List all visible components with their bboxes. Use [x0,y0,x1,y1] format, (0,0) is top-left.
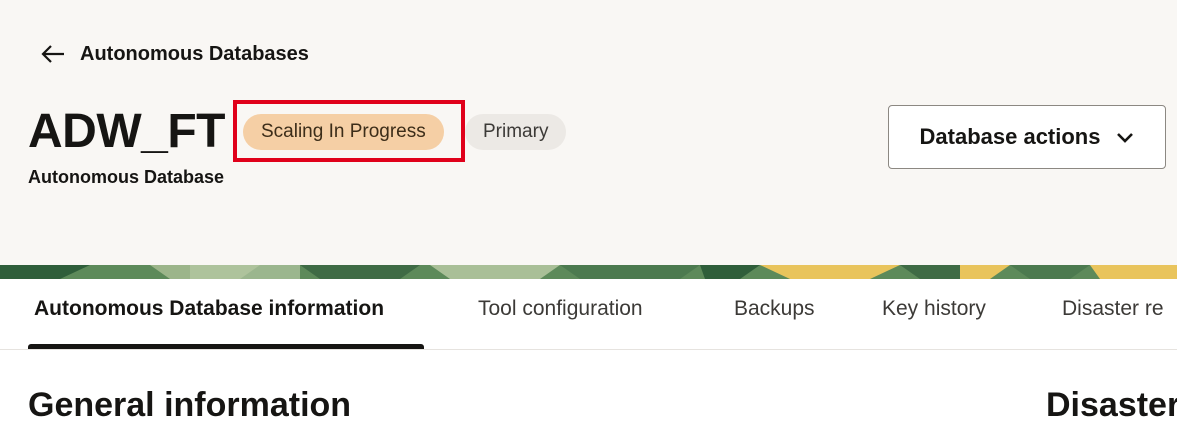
chevron-down-icon [1116,124,1134,150]
role-badge: Primary [465,114,567,150]
tab-bar: Autonomous Database information Tool con… [0,279,1177,350]
tab-autonomous-database-information[interactable]: Autonomous Database information [34,297,384,321]
tab-key-history[interactable]: Key history [882,297,986,321]
tab-backups[interactable]: Backups [734,297,815,321]
page-subtitle: Autonomous Database [28,167,225,187]
section-title-disaster-recovery: Disaster [1046,386,1177,424]
back-link-label: Autonomous Databases [80,42,309,65]
section-title-general-information: General information [28,386,352,424]
title-row: ADW_FT [28,102,225,162]
active-tab-indicator [28,344,424,349]
decorative-banner [0,265,1177,279]
page-header: Autonomous Databases ADW_FT Scaling In P… [0,0,1177,265]
back-link-autonomous-databases[interactable]: Autonomous Databases [40,40,309,68]
tab-disaster-recovery[interactable]: Disaster re [1062,297,1164,321]
database-actions-button[interactable]: Database actions [888,105,1166,169]
database-actions-label: Database actions [919,124,1101,149]
tab-tool-configuration[interactable]: Tool configuration [478,297,643,321]
arrow-left-icon [40,44,66,64]
highlight-annotation-box [233,100,465,162]
page-title: ADW_FT [28,105,225,158]
